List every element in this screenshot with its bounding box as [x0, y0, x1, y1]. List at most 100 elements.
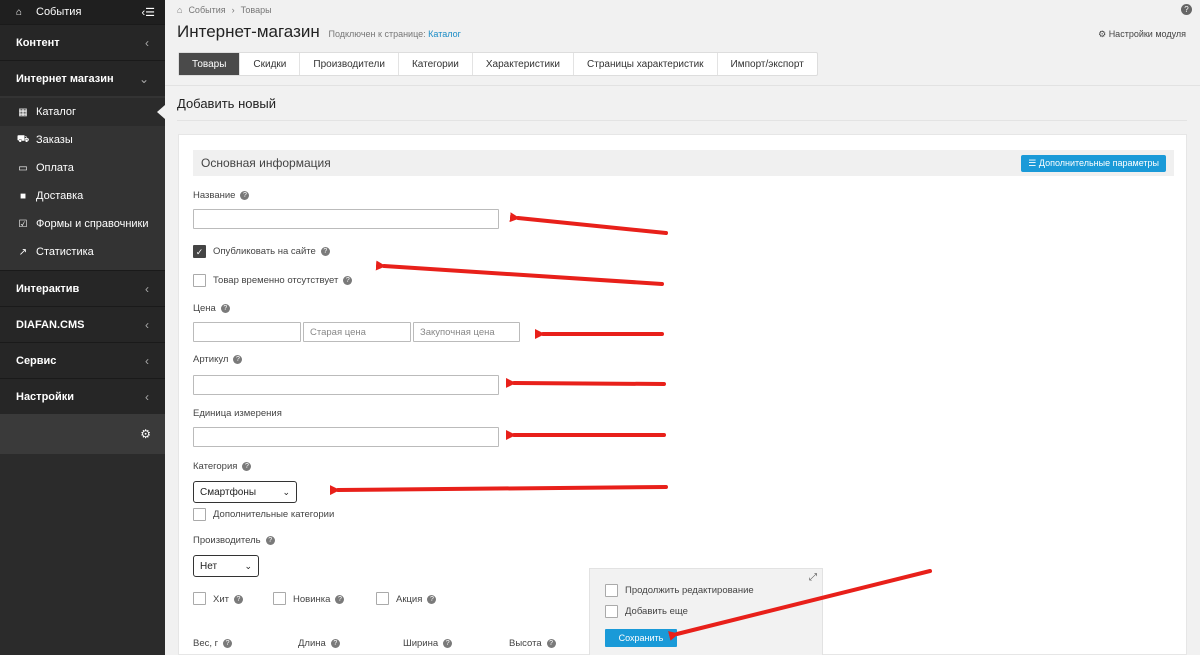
help-icon[interactable]: ? — [240, 191, 250, 200]
chevron-down-icon: ⌄ — [282, 486, 290, 497]
chevron-down-icon: ⌄ — [244, 560, 252, 571]
sidebar-item-orders[interactable]: ⛟ Заказы — [0, 126, 165, 154]
article-label: Артикул? — [193, 354, 243, 365]
manufacturer-select[interactable]: Нет ⌄ — [193, 555, 259, 577]
expand-icon[interactable]: ⤢ — [809, 572, 817, 583]
chevron-right-icon: › — [231, 5, 235, 15]
old-price-input[interactable]: Старая цена — [303, 322, 411, 342]
article-input[interactable] — [193, 375, 499, 395]
extra-params-button[interactable]: ☰ Дополнительные параметры — [1021, 154, 1166, 172]
continue-editing-checkbox[interactable] — [605, 584, 618, 597]
help-icon[interactable]: ? — [330, 639, 340, 648]
cart-icon: ⛟ — [16, 133, 30, 145]
home-icon[interactable]: ⌂ — [177, 5, 182, 15]
publish-checkbox[interactable]: ✓ — [193, 245, 206, 258]
continue-editing-label: Продолжить редактирование — [625, 585, 754, 596]
height-label-text: Высота — [509, 638, 542, 649]
chevron-down-icon: ⌄ — [138, 71, 149, 86]
absent-label-text: Товар временно отсутствует — [213, 275, 339, 286]
help-icon[interactable]: ? — [242, 462, 252, 471]
weight-label: Вес, г? — [193, 638, 233, 649]
tab-characteristics[interactable]: Характеристики — [473, 53, 575, 75]
category-label-text: Категория — [193, 461, 238, 472]
sidebar-section-service[interactable]: Сервис ‹ — [0, 342, 165, 378]
category-value: Смартфоны — [200, 486, 257, 498]
help-icon[interactable]: ? — [223, 639, 233, 648]
unit-input[interactable] — [193, 427, 499, 447]
sidebar-item-label: Оплата — [36, 162, 74, 174]
manufacturer-label-text: Производитель — [193, 535, 261, 546]
sidebar-section-content[interactable]: Контент ‹ — [0, 24, 165, 60]
add-more-checkbox[interactable] — [605, 605, 618, 618]
weight-label-text: Вес, г — [193, 638, 219, 649]
extra-categories-checkbox[interactable] — [193, 508, 206, 521]
save-button[interactable]: Сохранить — [605, 629, 677, 647]
save-panel: ⤢ Продолжить редактирование Добавить еще… — [589, 568, 823, 655]
tab-import-export[interactable]: Импорт/экспорт — [718, 53, 817, 75]
gear-icon: ⚙ — [1098, 29, 1107, 39]
tab-discounts[interactable]: Скидки — [240, 53, 301, 75]
help-icon[interactable]: ? — [343, 276, 353, 285]
sidebar-settings[interactable]: ⚙ — [0, 414, 165, 454]
purchase-price-placeholder: Закупочная цена — [420, 326, 495, 338]
sidebar-section-label: Настройки — [16, 390, 75, 403]
help-icon[interactable]: ? — [265, 536, 275, 545]
sidebar-item-delivery[interactable]: ■ Доставка — [0, 182, 165, 210]
article-label-text: Артикул — [193, 354, 229, 365]
collapse-menu-icon[interactable]: ‹☰ — [141, 6, 155, 19]
purchase-price-input[interactable]: Закупочная цена — [413, 322, 520, 342]
tab-characteristic-pages[interactable]: Страницы характеристик — [574, 53, 718, 75]
tab-manufacturers[interactable]: Производители — [300, 53, 399, 75]
tab-categories[interactable]: Категории — [399, 53, 473, 75]
sidebar-section-label: DIAFAN.CMS — [16, 318, 85, 331]
card-icon: ▭ — [18, 162, 28, 174]
help-icon[interactable]: ? — [320, 247, 330, 256]
chevron-left-icon: ‹ — [145, 353, 149, 368]
sidebar-section-diafan[interactable]: DIAFAN.CMS ‹ — [0, 306, 165, 342]
breadcrumb-item[interactable]: События — [188, 5, 225, 15]
sidebar-item-forms[interactable]: ☑ Формы и справочники — [0, 210, 165, 238]
help-icon[interactable]: ? — [427, 595, 437, 604]
sidebar-item-stats[interactable]: ↗ Статистика — [0, 238, 165, 266]
name-label: Название? — [193, 190, 250, 201]
category-label: Категория? — [193, 461, 252, 472]
sidebar-section-shop[interactable]: Интернет магазин ⌄ — [0, 60, 165, 96]
manufacturer-value: Нет — [200, 560, 218, 572]
help-icon[interactable]: ? — [335, 595, 345, 604]
sidebar-item-label: Каталог — [36, 106, 76, 118]
help-icon[interactable]: ? — [443, 639, 453, 648]
sidebar-section-label: Контент — [16, 36, 60, 49]
help-icon[interactable]: ? — [546, 639, 556, 648]
module-settings-link[interactable]: ⚙ Настройки модуля — [1098, 29, 1186, 40]
sidebar-section-interactive[interactable]: Интерактив ‹ — [0, 270, 165, 306]
unit-label-text: Единица измерения — [193, 408, 282, 419]
sidebar-item-catalog[interactable]: ▦ Каталог — [0, 98, 165, 126]
old-price-placeholder: Старая цена — [310, 326, 366, 338]
sliders-icon: ☰ — [1028, 157, 1037, 168]
sidebar-item-payment[interactable]: ▭ Оплата — [0, 154, 165, 182]
publish-label: Опубликовать на сайте? — [213, 246, 330, 257]
shop-menu: ▦ Каталог ⛟ Заказы ▭ Оплата ■ Доставка ☑ Форм… — [0, 96, 165, 270]
promo-label-text: Акция — [396, 594, 423, 605]
length-label-text: Длина — [298, 638, 326, 649]
unit-label: Единица измерения — [193, 408, 282, 419]
help-icon[interactable]: ? — [220, 304, 230, 313]
breadcrumb-item[interactable]: Товары — [241, 5, 272, 15]
hit-checkbox[interactable] — [193, 592, 206, 605]
price-input[interactable] — [193, 322, 301, 342]
help-icon[interactable]: ? — [1181, 4, 1192, 15]
tab-products[interactable]: Товары — [179, 53, 241, 75]
sidebar-section-settings[interactable]: Настройки ‹ — [0, 378, 165, 414]
help-icon[interactable]: ? — [234, 595, 243, 604]
connected-page-link[interactable]: Каталог — [428, 29, 461, 39]
divider — [165, 85, 1200, 86]
sidebar: ⌂ События ‹☰ Контент ‹ Интернет магазин ⌄ … — [0, 0, 165, 655]
absent-checkbox[interactable] — [193, 274, 206, 287]
promo-checkbox[interactable] — [376, 592, 389, 605]
sidebar-top[interactable]: ⌂ События ‹☰ — [0, 0, 165, 24]
help-icon[interactable]: ? — [233, 355, 243, 364]
category-select[interactable]: Смартфоны ⌄ — [193, 481, 297, 503]
new-checkbox[interactable] — [273, 592, 286, 605]
name-input[interactable] — [193, 209, 499, 229]
gear-icon[interactable]: ⚙ — [140, 427, 151, 441]
